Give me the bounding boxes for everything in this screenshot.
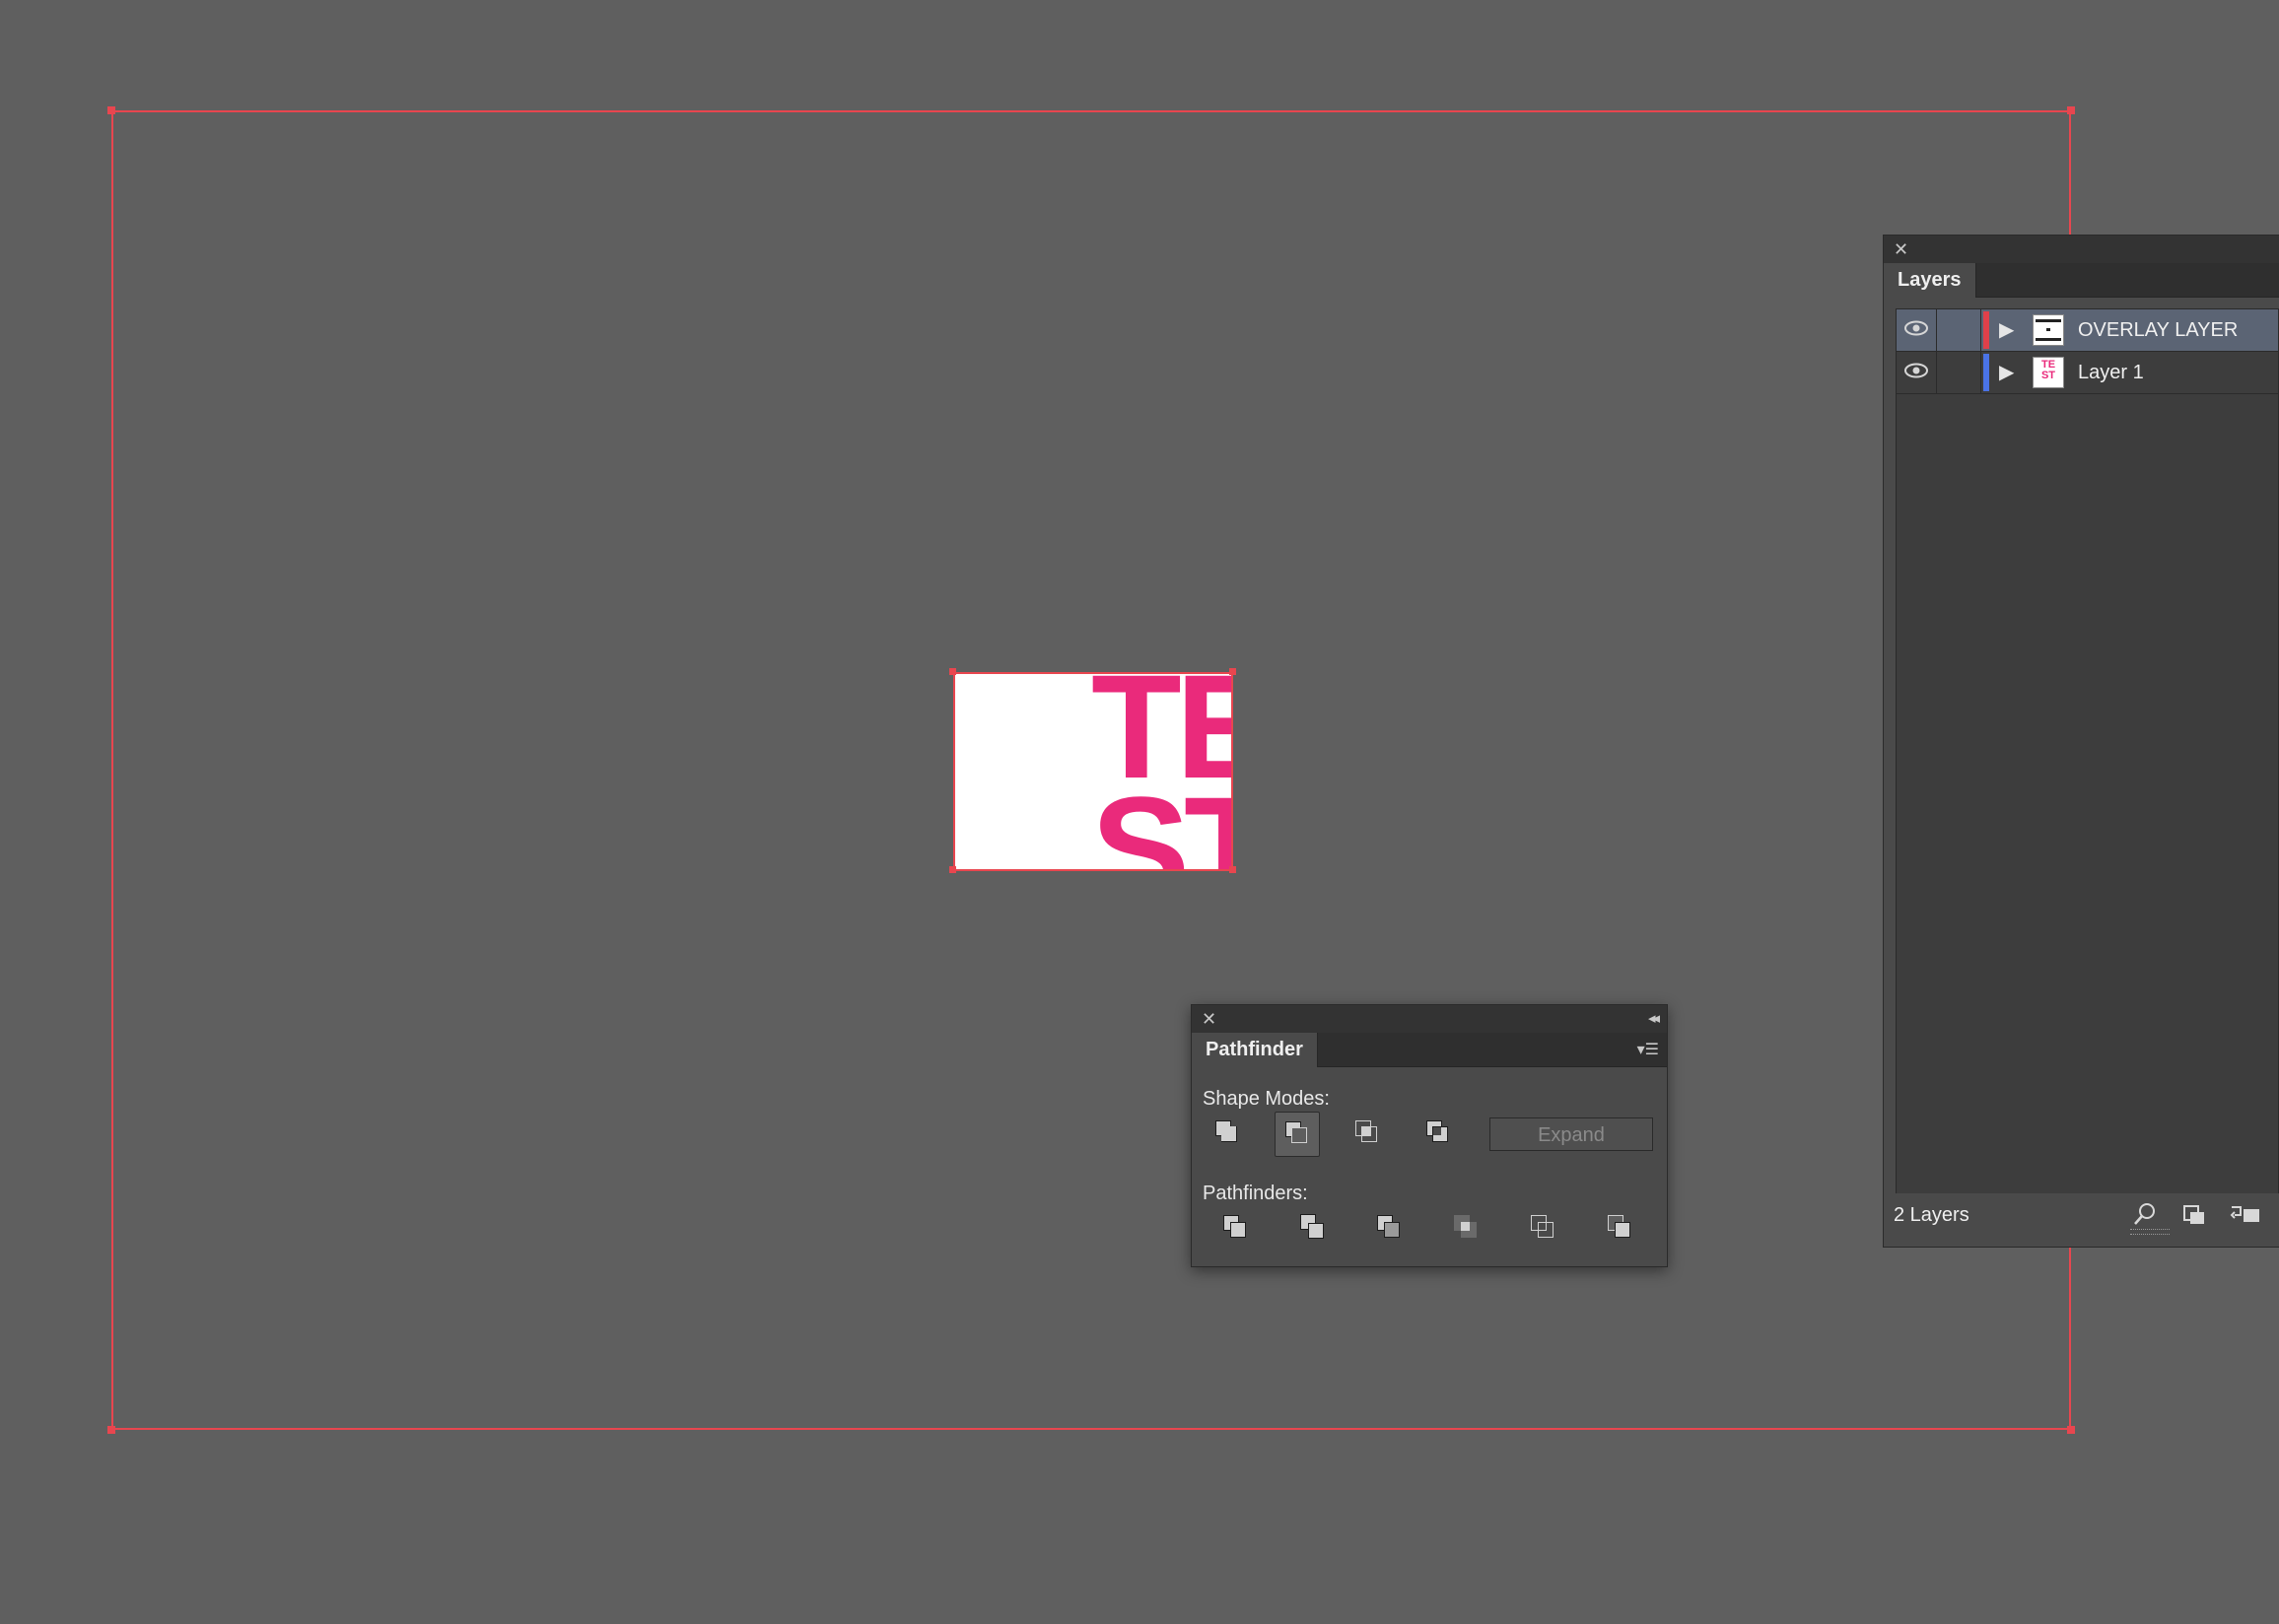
layer-name[interactable]: Layer 1: [2078, 352, 2144, 393]
selection-handle[interactable]: [2067, 106, 2075, 114]
thumbnail-text: TE ST: [2040, 359, 2056, 381]
resize-grip[interactable]: [2130, 1229, 2170, 1235]
art-text-bottom: ST: [1091, 766, 1231, 871]
tab-layers[interactable]: Layers: [1884, 263, 1976, 298]
layers-tabbar: Layers: [1884, 263, 2279, 298]
expand-triangle-icon[interactable]: ▶: [1999, 360, 2014, 385]
pathfinders-label: Pathfinders:: [1203, 1183, 1308, 1204]
create-sublayer-icon[interactable]: [2229, 1201, 2262, 1233]
expand-triangle-icon[interactable]: ▶: [1999, 317, 2014, 343]
exclude-button[interactable]: [1416, 1112, 1462, 1157]
lock-toggle[interactable]: [1937, 352, 1981, 393]
artwork-handle[interactable]: [949, 866, 956, 873]
trim-button[interactable]: [1290, 1206, 1336, 1252]
merge-button[interactable]: [1367, 1206, 1413, 1252]
artwork-handle[interactable]: [1229, 668, 1236, 675]
unite-button[interactable]: [1206, 1112, 1251, 1157]
close-icon[interactable]: ✕: [1894, 239, 1908, 259]
eye-icon: [1904, 363, 1928, 378]
lock-toggle[interactable]: [1937, 309, 1981, 351]
layers-panel: ✕ Layers ▶ OVERLAY LAYER ▶ TE ST Layer 1…: [1883, 235, 2279, 1248]
visibility-toggle[interactable]: [1897, 352, 1937, 393]
artwork-test-graphic[interactable]: TE ST: [953, 672, 1233, 871]
layer-row-overlay[interactable]: ▶ OVERLAY LAYER: [1897, 309, 2278, 352]
layer-name[interactable]: OVERLAY LAYER: [2078, 309, 2238, 351]
tab-pathfinder[interactable]: Pathfinder: [1192, 1033, 1318, 1067]
eye-icon: [1904, 320, 1928, 336]
visibility-toggle[interactable]: [1897, 309, 1937, 351]
layer-color-swatch: [1983, 311, 1989, 349]
artwork-handle[interactable]: [949, 668, 956, 675]
divide-button[interactable]: [1213, 1206, 1259, 1252]
close-icon[interactable]: ✕: [1202, 1009, 1216, 1029]
make-clipping-mask-icon[interactable]: [2181, 1201, 2207, 1233]
collapse-panel-icon[interactable]: ◂◂: [1648, 1009, 1660, 1029]
minus-back-button[interactable]: [1598, 1206, 1643, 1252]
layer-thumbnail: [2033, 314, 2064, 346]
layer-color-swatch: [1983, 354, 1989, 391]
pathfinder-tabbar: Pathfinder ▾☰: [1192, 1033, 1667, 1067]
layers-count: 2 Layers: [1894, 1204, 1969, 1226]
panel-menu-icon[interactable]: ▾☰: [1637, 1040, 1659, 1059]
artwork-handle[interactable]: [1229, 866, 1236, 873]
pathfinder-panel-topbar[interactable]: ✕ ◂◂: [1192, 1005, 1667, 1033]
layer-row-layer-1[interactable]: ▶ TE ST Layer 1: [1897, 352, 2278, 394]
intersect-button[interactable]: [1346, 1112, 1391, 1157]
selection-handle[interactable]: [107, 106, 115, 114]
crop-button[interactable]: [1444, 1206, 1489, 1252]
minus-front-button[interactable]: [1275, 1112, 1320, 1157]
layer-thumbnail: TE ST: [2033, 357, 2064, 388]
selection-handle[interactable]: [2067, 1426, 2075, 1434]
outline-button[interactable]: [1521, 1206, 1566, 1252]
layers-panel-topbar[interactable]: ✕: [1884, 236, 2279, 263]
layers-footer: 2 Layers: [1884, 1193, 2279, 1237]
expand-button[interactable]: Expand: [1489, 1117, 1653, 1151]
shape-modes-label: Shape Modes:: [1203, 1088, 1330, 1110]
layers-list[interactable]: ▶ OVERLAY LAYER ▶ TE ST Layer 1: [1896, 308, 2279, 1195]
selection-handle[interactable]: [107, 1426, 115, 1434]
pathfinder-panel: ✕ ◂◂ Pathfinder ▾☰ Shape Modes: Expand P…: [1191, 1004, 1668, 1267]
